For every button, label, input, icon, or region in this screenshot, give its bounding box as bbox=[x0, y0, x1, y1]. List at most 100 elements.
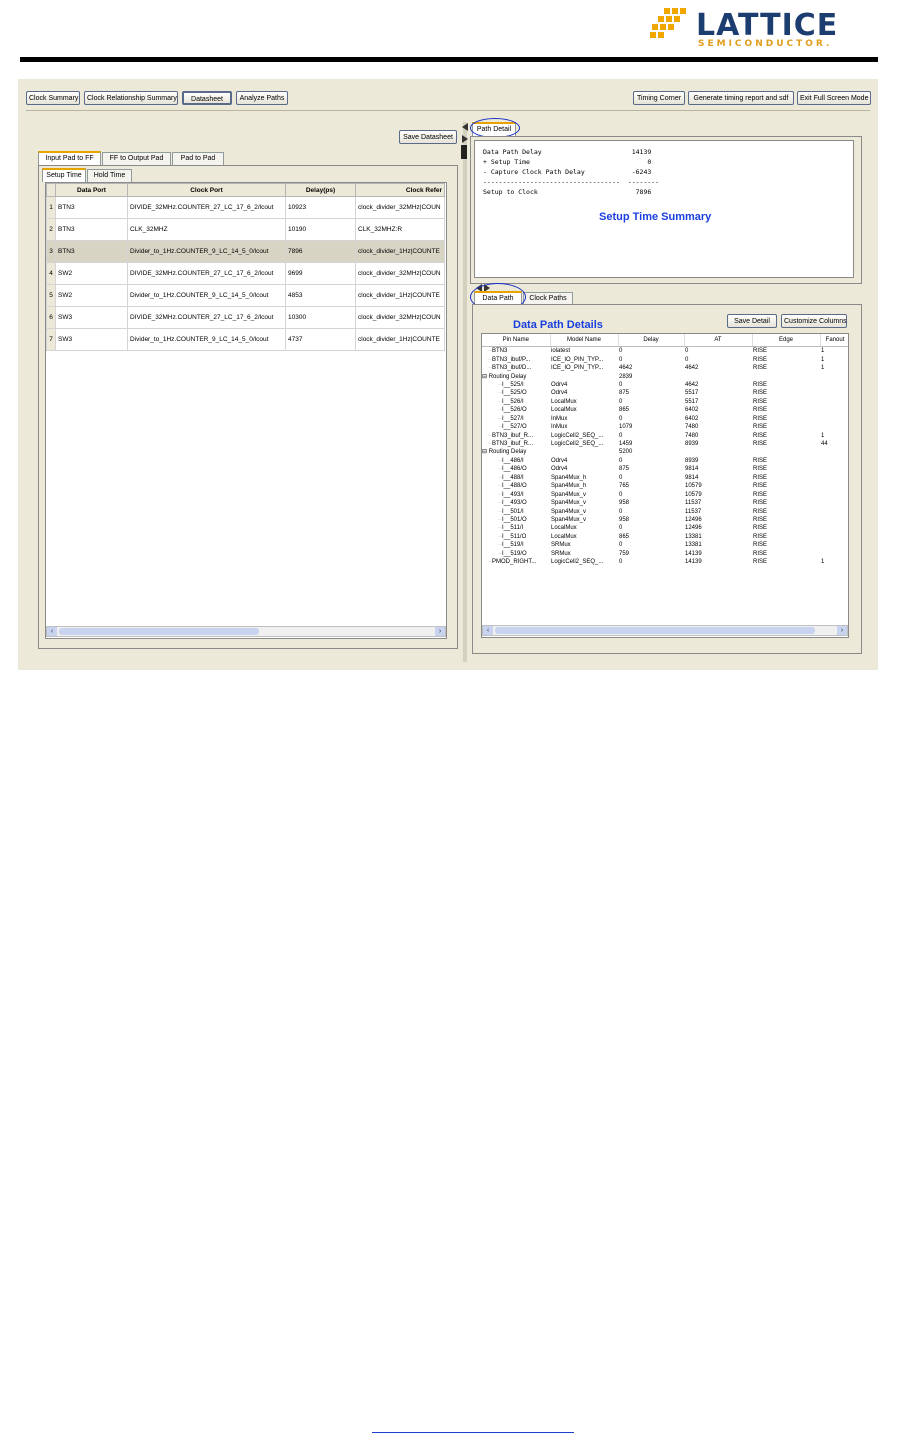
at-cell: 7480 bbox=[685, 432, 699, 439]
tree-row[interactable]: ··I__519/O SRMux 759 14139 RISE bbox=[482, 550, 848, 558]
tree-row[interactable]: ··I__527/I InMux 0 6402 RISE bbox=[482, 415, 848, 423]
grid-header-model-name[interactable]: Model Name bbox=[550, 334, 619, 347]
scroll-right-icon[interactable]: › bbox=[435, 627, 445, 636]
delay-cell: 1079 bbox=[619, 424, 633, 431]
table-row[interactable]: 3 BTN3 Divider_to_1Hz.COUNTER_9_LC_14_5_0/… bbox=[46, 240, 445, 263]
pin-name-label: I__488/I bbox=[502, 474, 524, 481]
model-cell: LocalMux bbox=[551, 398, 577, 405]
model-cell: LocalMux bbox=[551, 533, 577, 540]
clock-relationship-summary-button[interactable]: Clock Relationship Summary bbox=[84, 91, 178, 105]
customize-columns-button[interactable]: Customize Columns bbox=[781, 314, 847, 328]
at-cell: 13381 bbox=[685, 542, 702, 549]
tree-group-row[interactable]: ⊟ Routing Delay 2839 bbox=[482, 372, 848, 380]
datasheet-button[interactable]: Datasheet bbox=[182, 91, 232, 105]
splitter-grip[interactable] bbox=[461, 145, 467, 159]
tree-row[interactable]: ··I__511/O LocalMux 865 13381 RISE bbox=[482, 533, 848, 541]
grid-header-fanout[interactable]: Fanout bbox=[820, 334, 848, 347]
tree-row[interactable]: ··PMOD_RIGHT... LogicCell2_SEQ_... 0 14139 R… bbox=[482, 558, 848, 566]
tree-row[interactable]: ··I__486/I Odrv4 0 8939 RISE bbox=[482, 457, 848, 465]
analyze-paths-button[interactable]: Analyze Paths bbox=[236, 91, 288, 105]
tree-row[interactable]: ··I__501/O Span4Mux_v 958 12496 RISE bbox=[482, 516, 848, 524]
footer-link-underline[interactable] bbox=[372, 1432, 574, 1433]
grid-scroll-left-icon[interactable]: ‹ bbox=[483, 626, 493, 635]
fanout-cell bbox=[820, 457, 848, 465]
pin-name-cell: ⊟ Routing Delay bbox=[482, 448, 550, 456]
data-path-hscrollbar[interactable]: ‹ › bbox=[482, 625, 848, 636]
pin-name-cell: ··I__526/I bbox=[482, 398, 550, 406]
delay-cell: 4642 bbox=[619, 365, 633, 372]
table-row[interactable]: 5 SW2 Divider_to_1Hz.COUNTER_9_LC_14_5_0/l… bbox=[46, 284, 445, 307]
tree-row[interactable]: ··I__525/I Odrv4 0 4642 RISE bbox=[482, 381, 848, 389]
generate-timing-report-button[interactable]: Generate timing report and sdf bbox=[688, 91, 794, 105]
pin-name-cell: ··I__486/O bbox=[482, 465, 550, 473]
save-datasheet-button[interactable]: Save Datasheet bbox=[399, 130, 457, 144]
fanout-cell bbox=[820, 372, 848, 380]
delay-cell: 10923 bbox=[285, 196, 356, 219]
tree-row[interactable]: ··I__511/I LocalMux 0 12496 RISE bbox=[482, 524, 848, 532]
col-header-clock-port[interactable]: Clock Port bbox=[127, 183, 286, 197]
exit-full-screen-button[interactable]: Exit Full Screen Mode bbox=[797, 91, 871, 105]
tree-row[interactable]: ··I__493/I Span4Mux_v 0 10579 RISE bbox=[482, 490, 848, 498]
timing-corner-button[interactable]: Timing Corner bbox=[633, 91, 685, 105]
tab-ff-to-output-pad[interactable]: FF to Output Pad bbox=[102, 152, 171, 165]
scroll-thumb[interactable] bbox=[59, 628, 259, 635]
delay-cell: 0 bbox=[619, 491, 623, 498]
tab-pad-to-pad[interactable]: Pad to Pad bbox=[172, 152, 224, 165]
tree-row[interactable]: ··I__527/O InMux 1079 7480 RISE bbox=[482, 423, 848, 431]
fanout-cell: 1 bbox=[821, 559, 825, 566]
table-row[interactable]: 1 BTN3 DIVIDE_32MHz.COUNTER_27_LC_17_6_2/l… bbox=[46, 196, 445, 219]
clock-reference-cell: CLK_32MHZ:R bbox=[355, 218, 445, 241]
col-header-data-port[interactable]: Data Port bbox=[55, 183, 128, 197]
tree-row[interactable]: ··I__488/O Span4Mux_h 765 10579 RISE bbox=[482, 482, 848, 490]
grid-scroll-thumb[interactable] bbox=[495, 627, 815, 634]
data-port-cell: BTN3 bbox=[55, 196, 128, 219]
clock-summary-button[interactable]: Clock Summary bbox=[26, 91, 80, 105]
tree-row[interactable]: ··I__519/I SRMux 0 13381 RISE bbox=[482, 541, 848, 549]
datasheet-hscrollbar[interactable]: ‹ › bbox=[46, 626, 446, 637]
tab-input-pad-to-ff[interactable]: Input Pad to FF bbox=[38, 151, 101, 165]
tree-row[interactable]: ··I__525/O Odrv4 875 5517 RISE bbox=[482, 389, 848, 397]
col-header-clock-reference[interactable]: Clock Refer bbox=[355, 183, 445, 197]
table-row[interactable]: 7 SW3 Divider_to_1Hz.COUNTER_9_LC_14_5_0/l… bbox=[46, 328, 445, 351]
delay-cell: 0 bbox=[619, 348, 623, 355]
at-cell: 12496 bbox=[685, 516, 702, 523]
fanout-cell bbox=[820, 389, 848, 397]
pane-splitter[interactable] bbox=[463, 122, 467, 662]
grid-header-delay[interactable]: Delay bbox=[618, 334, 685, 347]
pin-name-label: BTN3 bbox=[492, 348, 508, 355]
grid-header-edge[interactable]: Edge bbox=[752, 334, 821, 347]
tree-row[interactable]: ··BTN3_ibuf_R... LogicCell2_SEQ_... 0 7480 R… bbox=[482, 431, 848, 439]
tree-row[interactable]: ··BTN3_ibuf/D... ICE_IO_PIN_TYP... 4642 464… bbox=[482, 364, 848, 372]
tree-row[interactable]: ··BTN3_ibuf_R... LogicCell2_SEQ_... 1459 89… bbox=[482, 440, 848, 448]
tree-row[interactable]: ··I__488/I Span4Mux_h 0 9814 RISE bbox=[482, 474, 848, 482]
delay-cell: 958 bbox=[619, 516, 630, 523]
table-row[interactable]: 6 SW3 DIVIDE_32MHz.COUNTER_27_LC_17_6_2/lc… bbox=[46, 306, 445, 329]
grid-header-pin-name[interactable]: Pin Name bbox=[482, 334, 551, 347]
grid-header-at[interactable]: AT bbox=[684, 334, 753, 347]
scroll-left-icon[interactable]: ‹ bbox=[47, 627, 57, 636]
pin-name-cell: ··I__519/I bbox=[482, 541, 550, 549]
clock-reference-cell: clock_divider_32MHz|COUN bbox=[355, 196, 445, 219]
tree-row[interactable]: ··I__526/O LocalMux 865 6402 RISE bbox=[482, 406, 848, 414]
col-header-delay[interactable]: Delay(ps) bbox=[285, 183, 356, 197]
tree-row[interactable]: ··I__493/O Span4Mux_v 958 11537 RISE bbox=[482, 499, 848, 507]
fanout-cell bbox=[820, 490, 848, 498]
grid-scroll-right-icon[interactable]: › bbox=[837, 626, 847, 635]
subtab-hold-time[interactable]: Hold Time bbox=[87, 169, 132, 182]
edge-cell: RISE bbox=[753, 432, 768, 439]
tree-row[interactable]: ··I__501/I Span4Mux_v 0 11537 RISE bbox=[482, 507, 848, 515]
collapse-minus-icon[interactable]: ⊟ bbox=[482, 449, 489, 455]
save-detail-button[interactable]: Save Detail bbox=[727, 314, 777, 328]
tree-row[interactable]: ··I__486/O Odrv4 875 9814 RISE bbox=[482, 465, 848, 473]
subtab-setup-time[interactable]: Setup Time bbox=[42, 168, 86, 182]
tree-row[interactable]: ··BTN3_ibuf/P... ICE_IO_PIN_TYP... 0 0 RISE 1 bbox=[482, 355, 848, 363]
datasheet-panel: Setup Time Hold Time Data Port Clock Por… bbox=[38, 165, 458, 649]
model-cell: LogicCell2_SEQ_... bbox=[551, 432, 604, 439]
tree-row[interactable]: ··I__526/I LocalMux 0 5517 RISE bbox=[482, 398, 848, 406]
collapse-minus-icon[interactable]: ⊟ bbox=[482, 374, 489, 380]
table-row[interactable]: 4 SW2 DIVIDE_32MHz.COUNTER_27_LC_17_6_2/lc… bbox=[46, 262, 445, 285]
tree-row[interactable]: ··BTN3 iolatest 0 0 RISE 1 bbox=[482, 347, 848, 356]
tree-group-row[interactable]: ⊟ Routing Delay 5200 bbox=[482, 448, 848, 456]
delay-cell: 0 bbox=[619, 508, 623, 515]
table-row[interactable]: 2 BTN3 CLK_32MHZ 10190 CLK_32MHZ:R bbox=[46, 218, 445, 241]
